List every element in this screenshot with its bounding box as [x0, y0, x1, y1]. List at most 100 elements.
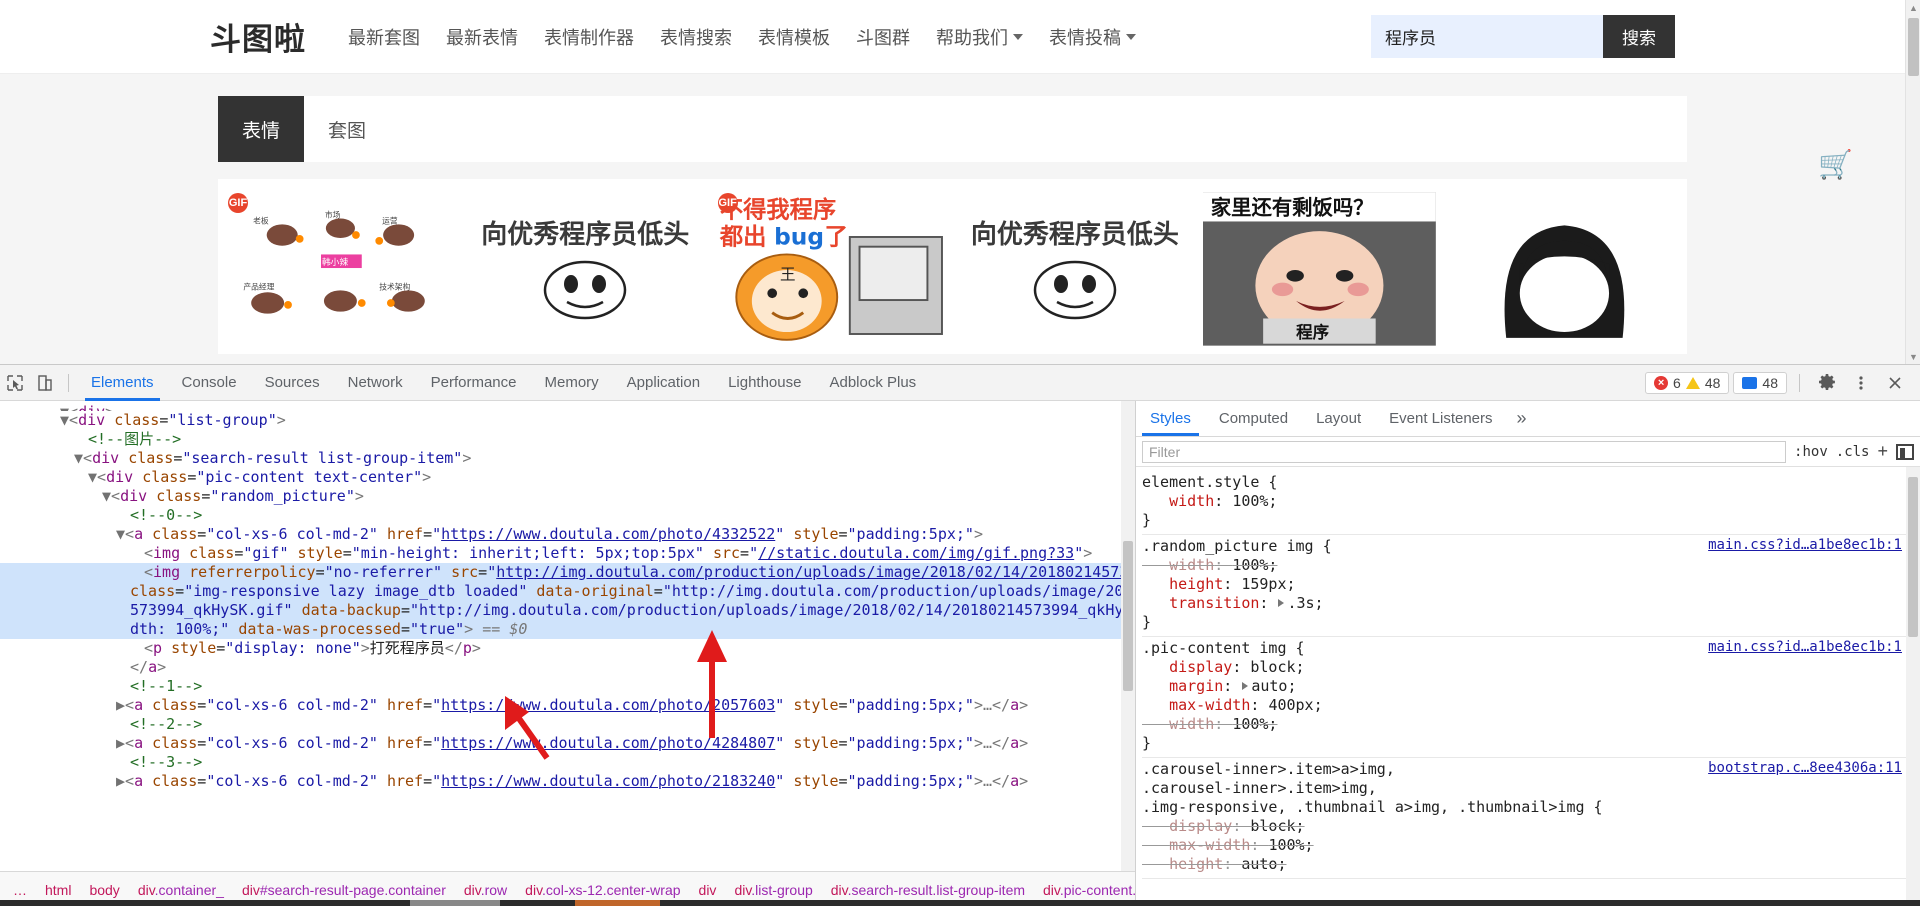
styles-scrollbar[interactable]	[1906, 467, 1920, 906]
tab-application[interactable]: Application	[613, 365, 714, 401]
hov-toggle[interactable]: :hov	[1794, 444, 1828, 460]
dom-node[interactable]: <!--0-->	[0, 506, 1121, 525]
nav-item-emoji-search[interactable]: 表情搜索	[660, 24, 732, 50]
nav-item-latest-emoji[interactable]: 最新表情	[446, 24, 518, 50]
tab-styles[interactable]: Styles	[1136, 401, 1205, 436]
gear-icon[interactable]	[1812, 369, 1842, 397]
taskbar-item[interactable]	[410, 900, 500, 906]
style-declaration[interactable]: width: 100%;	[1142, 556, 1906, 575]
tab-memory[interactable]: Memory	[531, 365, 613, 401]
page-scrollbar-thumb[interactable]	[1908, 18, 1919, 76]
tab-network[interactable]: Network	[334, 365, 417, 401]
dom-node[interactable]: ▶<a class="col-xs-6 col-md-2" href="http…	[0, 772, 1121, 791]
kebab-menu-icon[interactable]	[1846, 369, 1876, 397]
dom-node[interactable]: ▼<div class="random_picture">	[0, 487, 1121, 506]
tab-console[interactable]: Console	[168, 365, 251, 401]
style-declaration[interactable]: height: 159px;	[1142, 575, 1906, 594]
inspect-element-icon[interactable]	[0, 369, 30, 397]
style-source-link[interactable]: bootstrap.c…8ee4306a:11	[1708, 760, 1902, 776]
message-counter[interactable]: 48	[1733, 371, 1787, 394]
expand-triangle-icon[interactable]	[1278, 598, 1285, 607]
nav-item-group[interactable]: 斗图群	[856, 24, 910, 50]
dom-node-selected[interactable]: dth: 100%;" data-was-processed="true"> =…	[0, 620, 1121, 639]
search-input[interactable]	[1371, 15, 1603, 58]
style-rule[interactable]: element.style { width: 100%;}	[1142, 471, 1906, 535]
breadcrumb-item[interactable]: body	[80, 882, 128, 898]
style-rules-list[interactable]: element.style { width: 100%;} .random_pic…	[1136, 467, 1906, 906]
tab-adblock-plus[interactable]: Adblock Plus	[815, 365, 930, 401]
dom-tree-scroll[interactable]: ▼<div>▼<div class="list-group"><!--图片-->…	[0, 401, 1121, 871]
breadcrumb-item[interactable]: div.container_	[129, 882, 233, 898]
dom-scrollbar[interactable]	[1121, 401, 1135, 871]
style-source-link[interactable]: main.css?id…a1be8ec1b:1	[1708, 537, 1902, 553]
styles-filter-input[interactable]: Filter	[1142, 440, 1787, 463]
dom-node[interactable]: ▼<div class="list-group">	[0, 411, 1121, 430]
scroll-up-arrow[interactable]: ▲	[1906, 0, 1920, 15]
site-logo[interactable]: 斗图啦	[210, 14, 306, 59]
style-declaration[interactable]: max-width: 400px;	[1142, 696, 1906, 715]
dom-node[interactable]: <img class="gif" style="min-height: inhe…	[0, 544, 1121, 563]
expand-triangle-icon[interactable]	[1242, 681, 1249, 690]
close-icon[interactable]	[1880, 369, 1910, 397]
new-style-rule-button[interactable]: +	[1877, 441, 1888, 462]
dom-node[interactable]: ▶<a class="col-xs-6 col-md-2" href="http…	[0, 734, 1121, 753]
breadcrumb-item[interactable]: div.col-xs-12.center-wrap	[516, 882, 689, 898]
result-thumbnail[interactable]: 向优秀程序员低头	[468, 189, 702, 349]
result-thumbnail[interactable]: GIF 王 不得我程序 都出 bug 了	[713, 189, 947, 349]
tab-computed[interactable]: Computed	[1205, 401, 1302, 436]
dom-node[interactable]: <!--2-->	[0, 715, 1121, 734]
nav-item-latest-sets[interactable]: 最新套图	[348, 24, 420, 50]
device-toolbar-icon[interactable]	[30, 369, 60, 397]
cls-toggle[interactable]: .cls	[1836, 444, 1870, 460]
style-rule-selector[interactable]: .carousel-inner>.item>img,	[1142, 779, 1906, 798]
dom-node-selected[interactable]: class="img-responsive lazy image_dtb loa…	[0, 582, 1121, 601]
toggle-sidebar-icon[interactable]	[1896, 443, 1914, 460]
search-button[interactable]: 搜索	[1603, 15, 1675, 58]
dom-node[interactable]: </a>	[0, 658, 1121, 677]
dom-node[interactable]: <!--3-->	[0, 753, 1121, 772]
dom-node[interactable]: <!--1-->	[0, 677, 1121, 696]
result-thumbnail[interactable]: 家里还有剩饭吗？ 程序	[1203, 189, 1437, 349]
tab-layout[interactable]: Layout	[1302, 401, 1375, 436]
result-thumbnail[interactable]: 向优秀程序员低头	[958, 189, 1192, 349]
result-thumbnail[interactable]	[1448, 189, 1681, 349]
breadcrumb-item[interactable]: div	[690, 882, 726, 898]
tab-lighthouse[interactable]: Lighthouse	[714, 365, 815, 401]
dom-node[interactable]: <!--图片-->	[0, 430, 1121, 449]
style-declaration[interactable]: height: auto;	[1142, 855, 1906, 874]
tab-emoji[interactable]: 表情	[218, 96, 304, 162]
tab-elements[interactable]: Elements	[77, 365, 168, 401]
dom-node[interactable]: ▼<a class="col-xs-6 col-md-2" href="http…	[0, 525, 1121, 544]
style-rule[interactable]: .random_picture img {main.css?id…a1be8ec…	[1142, 535, 1906, 637]
cart-icon[interactable]: 🛒	[1818, 148, 1853, 181]
style-declaration[interactable]: display: block;	[1142, 817, 1906, 836]
scroll-down-arrow[interactable]: ▼	[1906, 349, 1920, 364]
style-rule-selector[interactable]: element.style {	[1142, 473, 1906, 492]
style-rule-selector[interactable]: .img-responsive, .thumbnail a>img, .thum…	[1142, 798, 1906, 817]
breadcrumb-item[interactable]: div.row	[455, 882, 516, 898]
nav-item-emoji-maker[interactable]: 表情制作器	[544, 24, 634, 50]
style-rule[interactable]: .pic-content img {main.css?id…a1be8ec1b:…	[1142, 637, 1906, 758]
style-declaration[interactable]: width: 100%;	[1142, 492, 1906, 511]
more-tabs-icon[interactable]: »	[1507, 401, 1537, 436]
nav-item-submit[interactable]: 表情投稿	[1049, 24, 1136, 50]
style-declaration[interactable]: margin: auto;	[1142, 677, 1906, 696]
tab-event-listeners[interactable]: Event Listeners	[1375, 401, 1506, 436]
tab-sources[interactable]: Sources	[251, 365, 334, 401]
nav-item-help-us[interactable]: 帮助我们	[936, 24, 1023, 50]
tab-performance[interactable]: Performance	[417, 365, 531, 401]
style-rule[interactable]: .carousel-inner>.item>a>img, bootstrap.c……	[1142, 758, 1906, 879]
style-declaration[interactable]: display: block;	[1142, 658, 1906, 677]
issue-counters[interactable]: × 6 48	[1645, 371, 1730, 394]
dom-node[interactable]: ▶<a class="col-xs-6 col-md-2" href="http…	[0, 696, 1121, 715]
breadcrumb-item[interactable]: div.search-result.list-group-item	[822, 882, 1034, 898]
dom-node-selected[interactable]: 573994_qkHySK.gif" data-backup="http://i…	[0, 601, 1121, 620]
dom-node[interactable]: ▼<div class="search-result list-group-it…	[0, 449, 1121, 468]
dom-node[interactable]: ▼<div class="pic-content text-center">	[0, 468, 1121, 487]
breadcrumb-item[interactable]: div.list-group	[725, 882, 821, 898]
taskbar-item-active[interactable]	[575, 900, 660, 906]
breadcrumb-overflow[interactable]: …	[4, 882, 36, 898]
breadcrumb-item[interactable]: div.pic-content.tex	[1034, 882, 1135, 898]
dom-node-selected[interactable]: <img referrerpolicy="no-referrer" src="h…	[0, 563, 1121, 582]
style-declaration[interactable]: transition: .3s;	[1142, 594, 1906, 613]
